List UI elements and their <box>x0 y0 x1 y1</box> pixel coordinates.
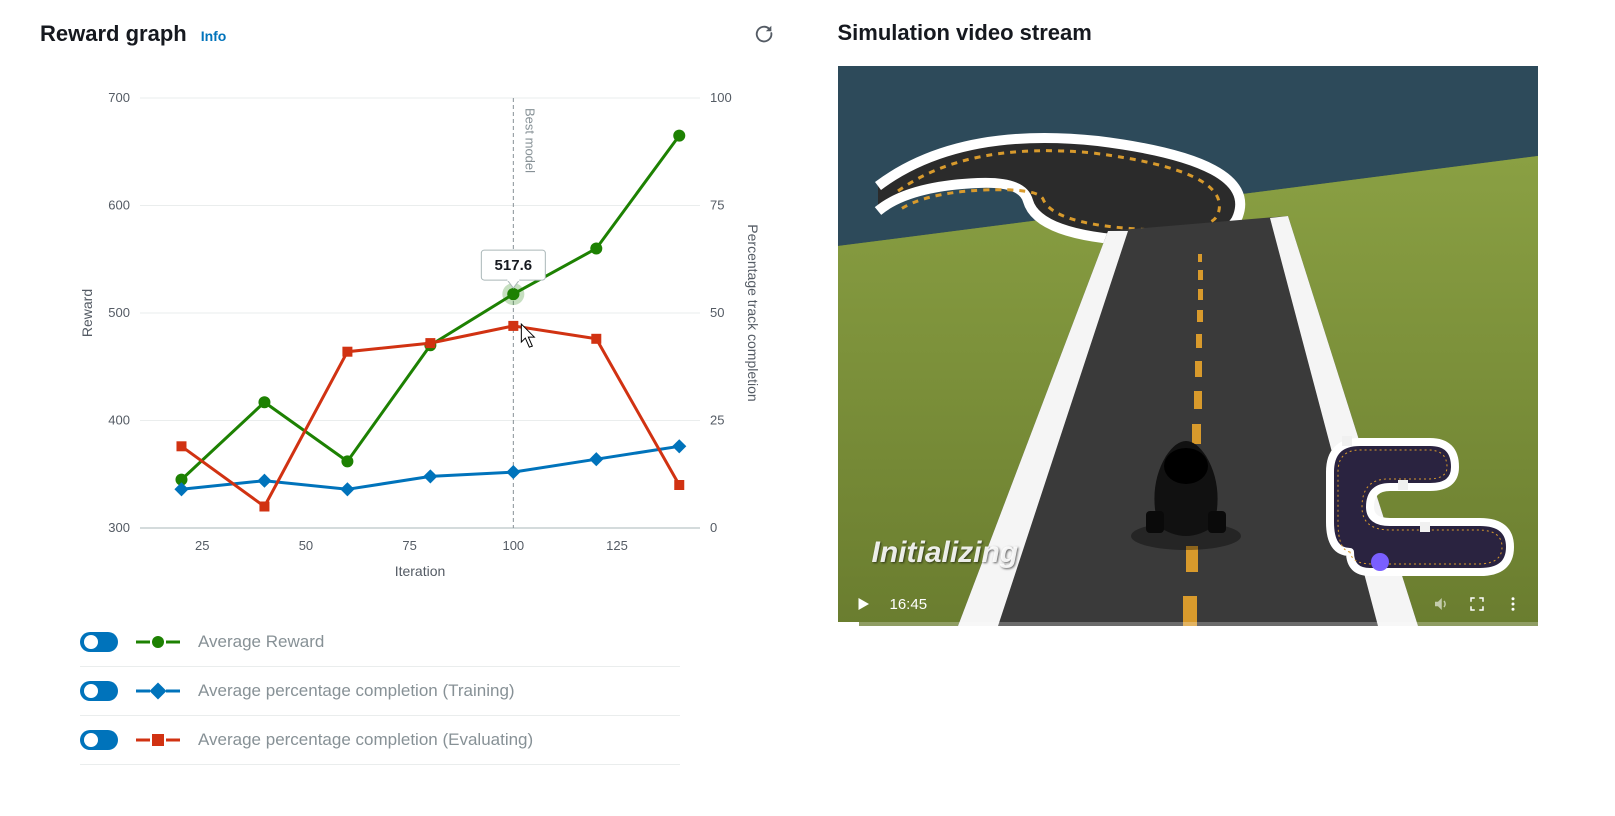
svg-text:0: 0 <box>710 520 717 535</box>
legend: Average Reward Average percentage comple… <box>80 618 680 765</box>
reward-graph-header: Reward graph Info <box>40 20 778 48</box>
toggle-reward[interactable] <box>80 632 118 652</box>
svg-text:517.6: 517.6 <box>495 257 533 274</box>
legend-label-training: Average percentage completion (Training) <box>198 681 515 701</box>
legend-label-evaluating: Average percentage completion (Evaluatin… <box>198 730 533 750</box>
video-status-text: Initializing <box>872 536 1019 570</box>
legend-marker-reward <box>136 633 180 651</box>
svg-text:Percentage track completion: Percentage track completion <box>745 224 760 401</box>
reward-graph-title: Reward graph <box>40 21 187 47</box>
simulation-video[interactable]: Initializing 16:45 <box>838 66 1538 626</box>
more-icon[interactable] <box>1504 595 1522 613</box>
refresh-button[interactable] <box>750 20 778 48</box>
video-header: Simulation video stream <box>838 20 1576 46</box>
svg-text:100: 100 <box>502 538 524 553</box>
svg-text:400: 400 <box>108 413 130 428</box>
legend-label-reward: Average Reward <box>198 632 324 652</box>
video-title: Simulation video stream <box>838 20 1092 46</box>
toggle-training[interactable] <box>80 681 118 701</box>
video-time: 16:45 <box>890 596 928 613</box>
svg-text:75: 75 <box>710 198 724 213</box>
svg-text:Reward: Reward <box>79 289 95 337</box>
legend-row-reward: Average Reward <box>80 618 680 667</box>
svg-text:100: 100 <box>710 90 732 105</box>
reward-chart[interactable]: 300 400 500 600 700 0 25 50 75 100 25 50 75 100 125 Bes… <box>60 68 760 588</box>
svg-text:Best model: Best model <box>522 108 537 173</box>
svg-text:500: 500 <box>108 305 130 320</box>
svg-text:50: 50 <box>710 305 724 320</box>
svg-text:300: 300 <box>108 520 130 535</box>
refresh-icon <box>753 23 775 45</box>
svg-text:700: 700 <box>108 90 130 105</box>
svg-text:75: 75 <box>402 538 416 553</box>
video-progress[interactable] <box>838 622 1538 626</box>
legend-row-training: Average percentage completion (Training) <box>80 667 680 716</box>
volume-icon[interactable] <box>1432 595 1450 613</box>
svg-text:50: 50 <box>299 538 313 553</box>
play-icon[interactable] <box>854 595 872 613</box>
info-link[interactable]: Info <box>201 28 227 44</box>
legend-row-evaluating: Average percentage completion (Evaluatin… <box>80 716 680 765</box>
video-controls: 16:45 <box>838 582 1538 626</box>
svg-text:25: 25 <box>195 538 209 553</box>
svg-text:Iteration: Iteration <box>395 563 446 579</box>
svg-text:125: 125 <box>606 538 628 553</box>
toggle-evaluating[interactable] <box>80 730 118 750</box>
legend-marker-training <box>136 682 180 700</box>
svg-text:25: 25 <box>710 413 724 428</box>
legend-marker-evaluating <box>136 731 180 749</box>
svg-text:600: 600 <box>108 198 130 213</box>
fullscreen-icon[interactable] <box>1468 595 1486 613</box>
minimap <box>1320 422 1520 582</box>
